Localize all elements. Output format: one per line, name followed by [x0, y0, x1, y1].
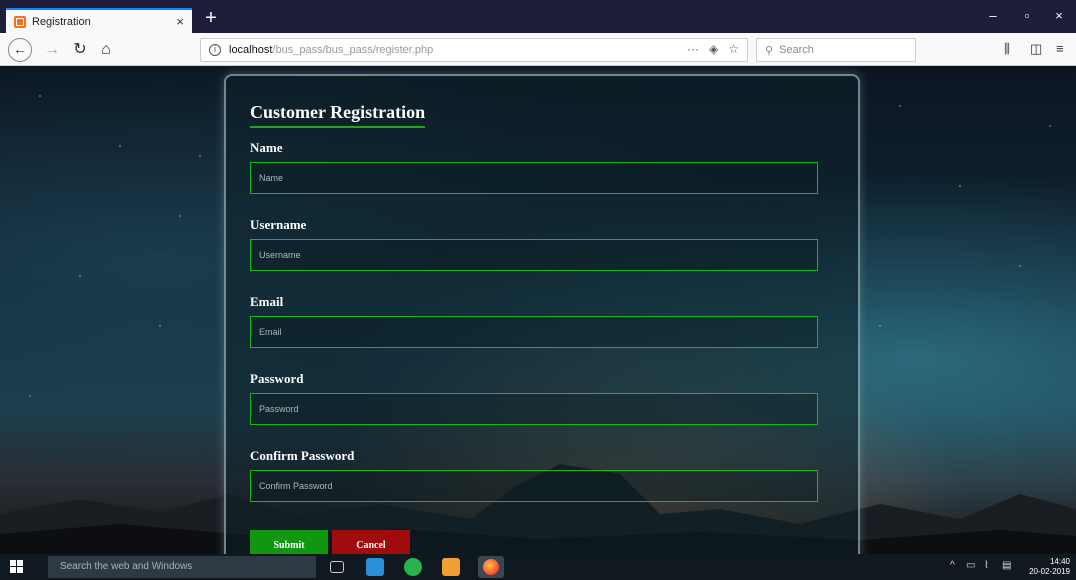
search-bar[interactable]: ⚲ Search: [756, 38, 916, 62]
username-label: Username: [250, 217, 307, 232]
page-actions-icon[interactable]: ···: [687, 42, 699, 56]
reload-icon[interactable]: ↻: [68, 38, 92, 62]
page-title: Customer Registration: [250, 102, 426, 128]
tab-title: Registration: [32, 15, 91, 28]
pocket-icon[interactable]: ◈: [709, 42, 718, 56]
name-input[interactable]: [250, 162, 818, 194]
home-icon[interactable]: ⌂: [94, 38, 118, 62]
confirm-password-input[interactable]: [250, 470, 818, 502]
close-tab-icon[interactable]: ×: [176, 14, 184, 29]
windows-start-icon[interactable]: [10, 560, 24, 574]
confirm-password-label: Confirm Password: [250, 448, 355, 463]
menu-icon[interactable]: ≡: [1056, 41, 1064, 56]
forward-arrow-icon[interactable]: →: [40, 38, 64, 62]
library-icon[interactable]: ⫼: [1004, 41, 1010, 57]
clock-time: 14:40: [1049, 557, 1070, 566]
windows-taskbar: Search the web and Windows ^ ▭ ⌇ ▤ 14:40…: [0, 554, 1076, 580]
registration-card: Customer Registration Name Username Emai…: [224, 74, 860, 554]
email-label: Email: [250, 294, 284, 309]
clock-date: 20-02-2019: [1029, 567, 1070, 576]
submit-button[interactable]: Submit: [250, 530, 328, 554]
maximize-button[interactable]: ▫: [1012, 8, 1042, 23]
bookmark-star-icon[interactable]: ☆: [728, 42, 739, 56]
url-host: localhost: [229, 44, 273, 56]
cancel-button[interactable]: Cancel: [332, 530, 410, 554]
search-icon: ⚲: [765, 44, 774, 57]
url-path: /bus_pass/bus_pass/register.php: [272, 44, 434, 56]
battery-icon[interactable]: ▭: [966, 560, 975, 571]
taskbar-search-input[interactable]: Search the web and Windows: [48, 556, 316, 578]
firefox-icon[interactable]: [478, 556, 504, 578]
page-background: Customer Registration Name Username Emai…: [0, 66, 1076, 554]
tray-chevron-icon[interactable]: ^: [950, 560, 955, 571]
username-input[interactable]: [250, 239, 818, 271]
browser-tab-bar: Registration × + – ▫ ×: [0, 0, 1076, 33]
xampp-icon[interactable]: [442, 558, 460, 576]
name-label: Name: [250, 140, 283, 155]
task-view-icon[interactable]: [330, 561, 344, 573]
browser-nav-bar: ← → ↻ ⌂ i localhost /bus_pass/bus_pass/r…: [0, 33, 1076, 66]
new-tab-button[interactable]: +: [200, 8, 222, 30]
browser-tab[interactable]: Registration ×: [6, 8, 192, 33]
back-arrow-icon[interactable]: ←: [8, 38, 32, 62]
notification-icon[interactable]: ▤: [1002, 560, 1011, 571]
network-icon[interactable]: ⌇: [984, 560, 989, 571]
search-placeholder: Search: [779, 44, 814, 56]
sidebar-icon[interactable]: ◫: [1030, 41, 1042, 57]
minimize-button[interactable]: –: [978, 8, 1008, 23]
password-input[interactable]: [250, 393, 818, 425]
taskbar-clock[interactable]: 14:40 20-02-2019: [1029, 557, 1070, 577]
email-input[interactable]: [250, 316, 818, 348]
password-label: Password: [250, 371, 304, 386]
chrome-app-icon[interactable]: [404, 558, 422, 576]
page-favicon-icon: [14, 15, 26, 28]
address-bar[interactable]: i localhost /bus_pass/bus_pass/register.…: [200, 38, 748, 62]
close-window-button[interactable]: ×: [1044, 8, 1074, 23]
skype-icon[interactable]: [366, 558, 384, 576]
info-icon[interactable]: i: [209, 44, 221, 56]
